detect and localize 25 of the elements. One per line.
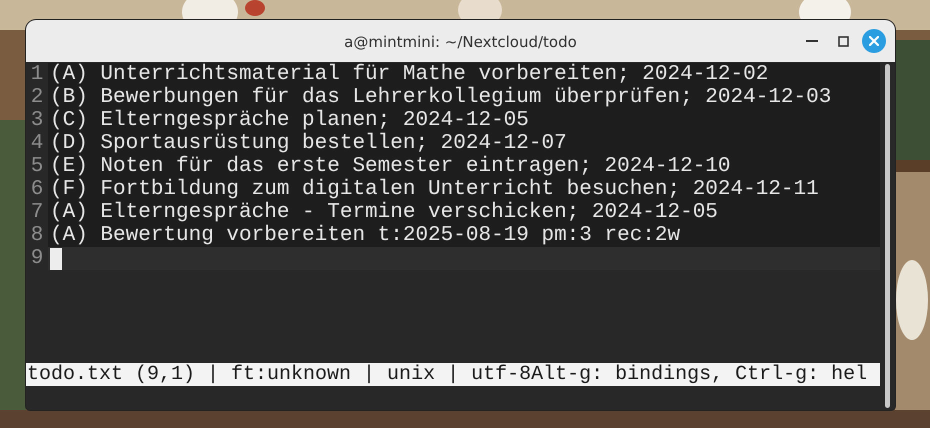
close-icon [869,36,879,46]
line-text: (B) Bewerbungen für das Lehrerkollegium überprüfen; 2024-12-03 [50,86,832,109]
line-number: 8 [30,224,44,247]
line-number: 1 [30,63,44,86]
maximize-icon [838,36,848,46]
window-title: a@mintmini: ~/Nextcloud/todo [344,32,577,51]
line-number: 7 [30,201,44,224]
line-text: (A) Bewertung vorbereiten t:2025-08-19 pm:3 rec:2w [50,224,680,247]
text-cursor [50,248,62,270]
line-text: (F) Fortbildung zum digitalen Unterricht besuchen; 2024-12-11 [50,178,819,201]
minimize-icon [806,40,818,42]
line-number: 5 [30,155,44,178]
scroll-bar[interactable] [885,64,890,408]
line-number: 3 [30,109,44,132]
line-number: 6 [30,178,44,201]
line-number: 2 [30,86,44,109]
close-button[interactable] [862,29,886,53]
line-number: 4 [30,132,44,155]
line-text: (E) Noten für das erste Semester eintragen; 2024-12-10 [50,155,731,178]
line-number: 9 [30,247,44,270]
line-text: (A) Elterngespräche - Termine verschicken; 2024-12-05 [50,201,718,224]
line-text: (C) Elterngespräche planen; 2024-12-05 [50,109,529,132]
line-text: (D) Sportausrüstung bestellen; 2024-12-07 [50,132,567,155]
line-text: (A) Unterrichtsmaterial für Mathe vorbereiten; 2024-12-02 [50,63,768,86]
status-bar: todo.txt (9,1) | ft:unknown | unix | utf-8Alt-g: bindings, Ctrl-g: hel [26,363,880,386]
